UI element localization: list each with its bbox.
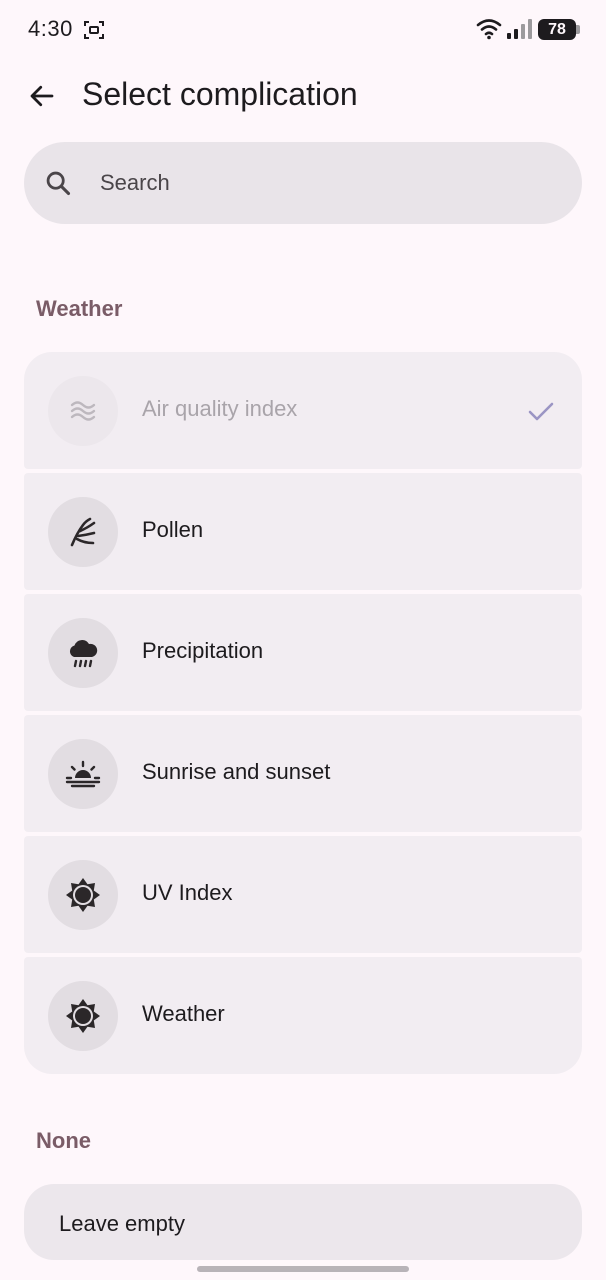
screen-record-icon [84, 21, 104, 39]
list-item-precipitation[interactable]: Precipitation [24, 594, 582, 711]
leave-empty-label: Leave empty [59, 1211, 185, 1236]
uv-index-icon-container [48, 860, 118, 930]
section-header-none: None [36, 1128, 91, 1153]
page-title: Select complication [82, 76, 358, 112]
back-button[interactable] [20, 74, 64, 118]
uv-index-icon [66, 878, 100, 912]
pollen-icon [70, 517, 96, 547]
section-header-weather: Weather [36, 296, 123, 321]
list-item-label: UV Index [142, 880, 233, 905]
list-item-weather[interactable]: Weather [24, 957, 582, 1074]
list-item-sunrise-and-sunset[interactable]: Sunrise and sunset [24, 715, 582, 832]
search-input[interactable]: Search [100, 170, 170, 196]
list-item-label: Air quality index [142, 396, 298, 421]
list-item-label: Weather [142, 1001, 225, 1026]
wifi-icon [476, 19, 502, 40]
status-bar: 4:30 78 [0, 0, 606, 60]
list-item-label: Precipitation [142, 638, 264, 663]
precipitation-icon [69, 640, 98, 668]
air-quality-icon [70, 401, 96, 421]
arrow-left-icon [30, 85, 54, 107]
signal-icon [507, 19, 532, 39]
search-icon [46, 171, 71, 196]
check-icon [528, 402, 554, 421]
list-item-air-quality-index[interactable]: Air quality index [24, 352, 582, 469]
home-indicator[interactable] [197, 1266, 409, 1272]
leave-empty-option[interactable]: Leave empty [24, 1184, 582, 1260]
weather-icon [66, 999, 100, 1033]
list-item-label: Sunrise and sunset [142, 759, 331, 784]
air-quality-icon-container [48, 376, 118, 446]
sunrise-icon-container [48, 739, 118, 809]
precipitation-icon-container [48, 618, 118, 688]
battery-icon: 78 [538, 19, 580, 40]
status-time: 4:30 [28, 16, 73, 41]
pollen-icon-container [48, 497, 118, 567]
sunrise-icon [65, 760, 101, 788]
battery-level: 78 [538, 19, 576, 40]
list-item-label: Pollen [142, 517, 204, 542]
top-app-bar: Select complication [0, 60, 606, 132]
weather-icon-container [48, 981, 118, 1051]
search-bar[interactable]: Search [24, 142, 582, 224]
list-item-pollen[interactable]: Pollen [24, 473, 582, 590]
list-item-uv-index[interactable]: UV Index [24, 836, 582, 953]
battery-tip [576, 25, 580, 34]
